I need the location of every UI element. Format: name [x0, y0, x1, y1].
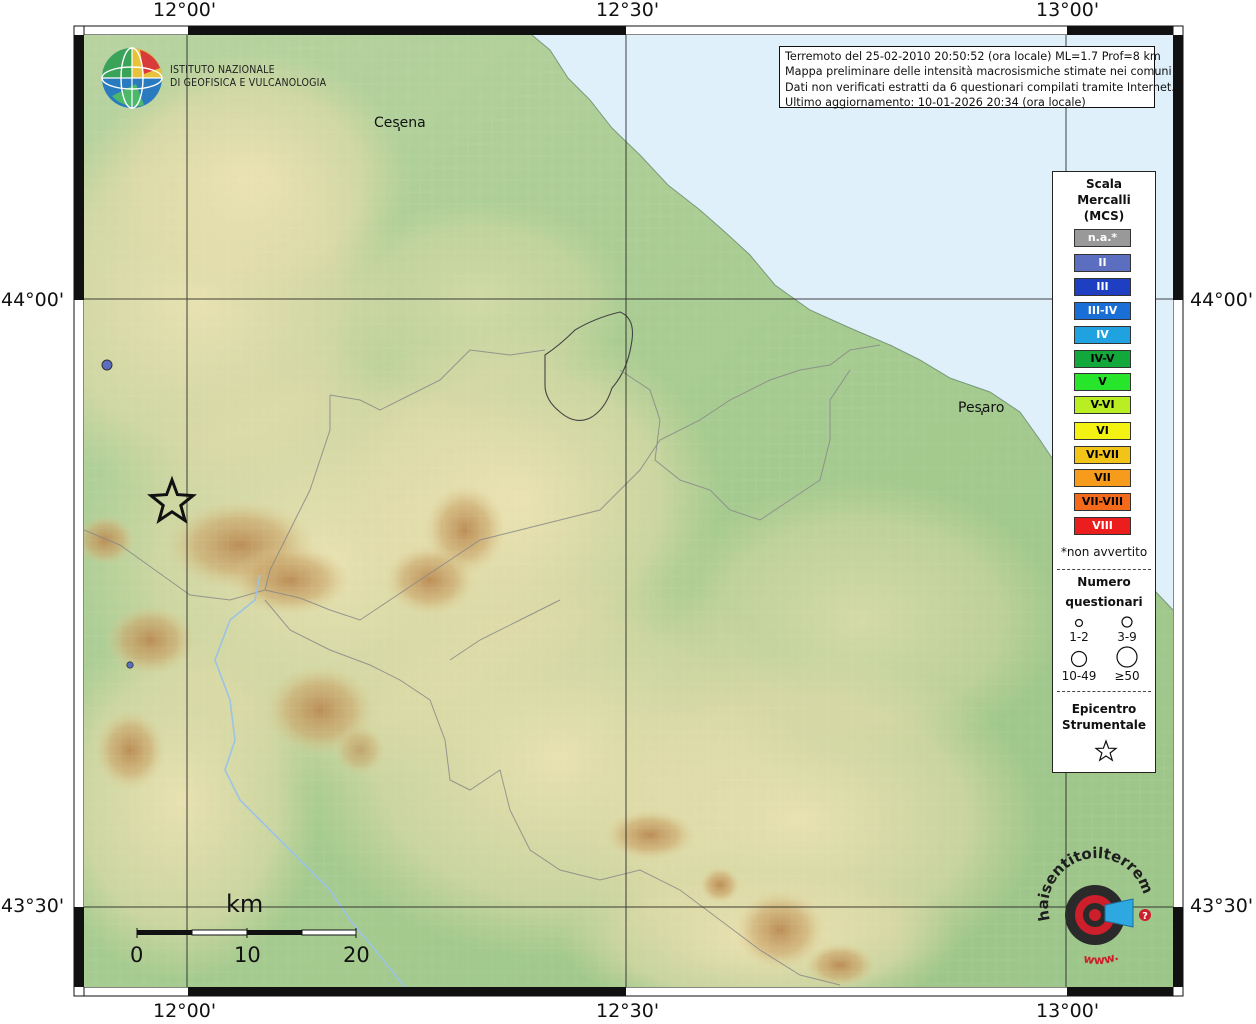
size-label-1-2: 1-2 [1069, 630, 1089, 644]
legend-intensity-iv: IV [1074, 326, 1131, 344]
info-line-2: Mappa preliminare delle intensità macros… [785, 65, 1172, 79]
lon-top-12-00: 12°00' [153, 0, 217, 21]
svg-text:?: ? [1142, 911, 1148, 922]
info-line-3: Dati non verificati estratti da 6 questi… [785, 80, 1175, 94]
lat-right-43-30: 43°30' [1190, 895, 1254, 917]
legend-title-line-1: Scala [1085, 177, 1123, 191]
epi-title-line-2: Strumentale [1061, 718, 1147, 732]
legend-intensity-vii: VII [1074, 469, 1131, 487]
legend-intensity-vvi: V-VI [1074, 396, 1131, 414]
institute-name: ISTITUTO NAZIONALE DI GEOFISICA E VULCAN… [170, 64, 326, 90]
info-line-1: Terremoto del 25-02-2010 20:50:52 (ora l… [785, 50, 1161, 63]
intensity-point-II[interactable] [101, 359, 113, 371]
size-label-10-49: 10-49 [1061, 669, 1097, 683]
legend-title: Scala Mercalli (MCS) [1053, 176, 1155, 224]
intensity-point-II[interactable] [126, 661, 134, 669]
scalebar-tick-0: 0 [130, 943, 144, 967]
city-label-cesena: Cesena [374, 115, 426, 131]
lat-left-43-30: 43°30' [1, 895, 65, 917]
legend-star-icon [1094, 739, 1118, 762]
lon-bottom-12-00: 12°00' [153, 1000, 217, 1022]
legend-intensity-na: n.a.* [1074, 229, 1131, 247]
legend-note: *non avvertito [1060, 545, 1148, 559]
lon-top-13-00: 13°00' [1036, 0, 1100, 21]
legend-intensity-vivii: VI-VII [1074, 446, 1131, 464]
lat-right-44-00: 44°00' [1190, 289, 1254, 311]
size-label-3-9: 3-9 [1117, 630, 1137, 644]
lon-bottom-12-30: 12°30' [596, 1000, 660, 1022]
legend-intensity-viii: VIII [1074, 517, 1131, 535]
city-label-pesaro: Pesaro [958, 400, 1005, 416]
lat-left-44-00: 44°00' [1, 289, 65, 311]
legend-intensity-iii: III [1074, 278, 1131, 296]
scalebar-tick-20: 20 [343, 943, 370, 967]
legend-intensity-ii: II [1074, 254, 1131, 272]
size-label-50: ≥50 [1114, 669, 1140, 683]
legend-title-line-3: (MCS) [1083, 209, 1125, 223]
legend-panel: Scala Mercalli (MCS) n.a.* II III III-IV IV I… [1052, 171, 1156, 773]
legend-intensity-viiviii: VII-VIII [1074, 493, 1131, 511]
legend-intensity-iiiiv: III-IV [1074, 302, 1131, 320]
legend-title-line-2: Mercalli [1077, 193, 1131, 207]
ingv-globe-logo [101, 47, 163, 109]
count-title-line-2: questionari [1065, 595, 1143, 609]
legend-intensity-v: V [1074, 373, 1131, 391]
info-line-4: Ultimo aggiornamento: 10-01-2026 20:34 (… [785, 95, 1086, 109]
institute-line-2: DI GEOFISICA E VULCANOLOGIA [170, 77, 327, 89]
scalebar-unit: km [226, 890, 264, 918]
earthquake-info-box: Terremoto del 25-02-2010 20:50:52 (ora l… [779, 46, 1175, 109]
lon-bottom-13-00: 13°00' [1036, 1000, 1100, 1022]
institute-line-1: ISTITUTO NAZIONALE [170, 64, 275, 76]
legend-intensity-ivv: IV-V [1074, 350, 1131, 368]
scalebar-tick-10: 10 [234, 943, 261, 967]
count-title-line-1: Numero [1077, 575, 1131, 589]
epi-title-line-1: Epicentro [1071, 702, 1137, 716]
lon-top-12-30: 12°30' [596, 0, 660, 21]
legend-intensity-vi: VI [1074, 422, 1131, 440]
